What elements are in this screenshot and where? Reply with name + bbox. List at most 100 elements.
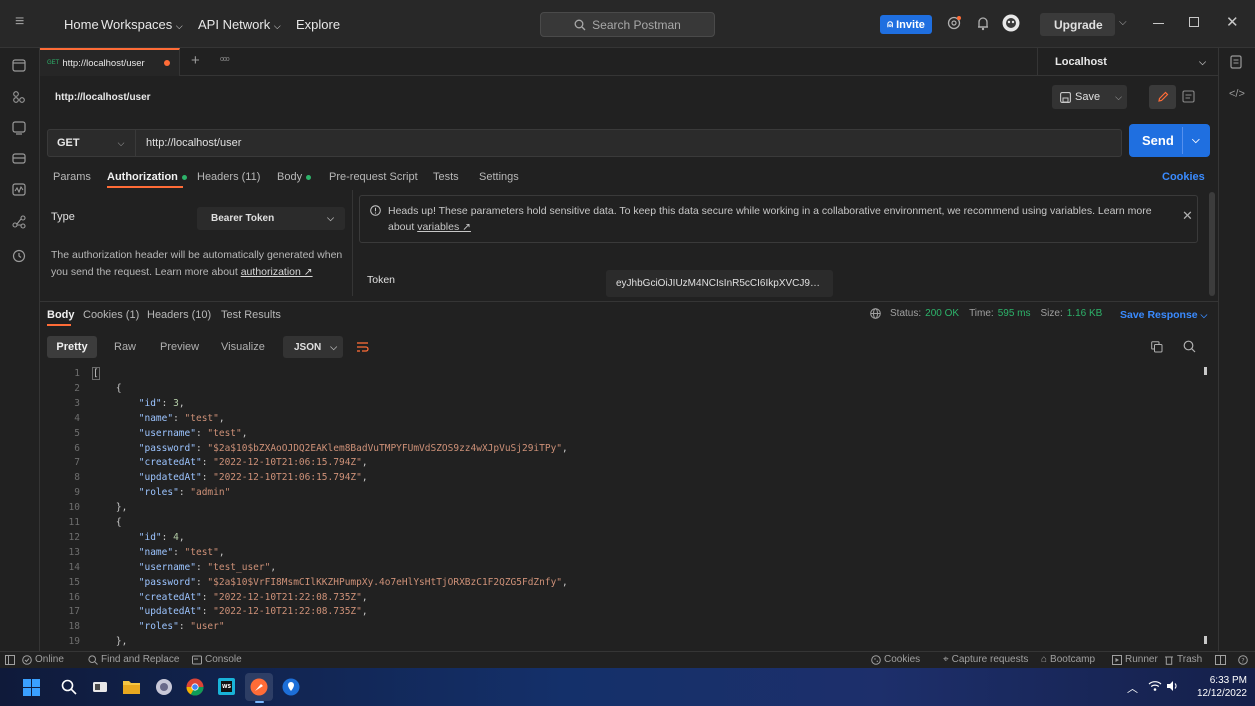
more-tabs-icon[interactable]: ooo (220, 56, 230, 63)
find-replace-button[interactable]: Find and Replace (88, 654, 179, 665)
tab-params[interactable]: Params (53, 171, 91, 183)
code-line[interactable]: "username": "test", (93, 428, 248, 439)
layout-icon[interactable] (1215, 655, 1226, 665)
nav-workspaces[interactable]: Workspaces ⌵ (101, 17, 183, 32)
bell-icon[interactable] (976, 16, 990, 31)
documentation-icon[interactable] (1229, 55, 1243, 69)
clock[interactable]: 6:33 PM 12/12/2022 (1192, 674, 1247, 700)
search-icon[interactable] (1183, 340, 1196, 353)
environments-icon[interactable] (12, 121, 26, 135)
authorization-link[interactable]: authorization ↗ (241, 266, 313, 278)
history-icon[interactable] (12, 249, 26, 263)
view-pretty[interactable]: Pretty (47, 336, 97, 358)
invite-button[interactable]: ⍝ Invite (880, 15, 932, 34)
settings-icon[interactable] (946, 15, 962, 31)
code-icon[interactable]: </> (1229, 88, 1245, 100)
response-divider[interactable] (40, 301, 1218, 302)
code-line[interactable]: "roles": "admin" (93, 487, 231, 498)
tab-settings[interactable]: Settings (479, 171, 519, 183)
editor-scrollbar-bottom[interactable] (1204, 636, 1207, 644)
taskbar-search-icon[interactable] (61, 679, 77, 695)
file-explorer-icon[interactable] (123, 679, 140, 694)
environment-selector[interactable]: Localhost ⌵ (1037, 48, 1218, 76)
code-line[interactable]: "id": 4, (93, 532, 185, 543)
tab-body[interactable]: Body (277, 171, 312, 183)
tab-prerequest-script[interactable]: Pre-request Script (329, 171, 418, 183)
cookies-link[interactable]: Cookies (1162, 171, 1205, 183)
nav-explore[interactable]: Explore (296, 17, 340, 32)
url-input[interactable]: http://localhost/user (146, 137, 241, 149)
help-icon[interactable]: ? (1238, 655, 1248, 665)
code-line[interactable]: [ (92, 367, 100, 380)
request-title[interactable]: http://localhost/user (55, 92, 151, 103)
postman-icon[interactable] (250, 678, 268, 696)
edit-button[interactable] (1149, 85, 1176, 109)
online-status[interactable]: Online (22, 654, 64, 665)
code-line[interactable]: "roles": "user" (93, 621, 225, 632)
upgrade-chevron-icon[interactable]: ⌵ (1119, 17, 1127, 28)
minimize-icon[interactable] (1153, 23, 1164, 24)
maps-icon[interactable] (282, 678, 300, 696)
code-line[interactable]: "username": "test_user", (93, 562, 276, 573)
code-line[interactable]: "createdAt": "2022-12-10T21:22:08.735Z", (93, 592, 368, 603)
tab-authorization[interactable]: Authorization (107, 171, 187, 183)
console-button[interactable]: Console (192, 654, 242, 665)
collections-icon[interactable] (12, 59, 26, 72)
task-view-icon[interactable] (92, 679, 108, 695)
chat-app-icon[interactable] (155, 678, 173, 696)
code-line[interactable]: }, (93, 502, 127, 513)
code-line[interactable]: "createdAt": "2022-12-10T21:06:15.794Z", (93, 457, 368, 468)
code-line[interactable]: "name": "test", (93, 547, 225, 558)
token-input[interactable]: eyJhbGciOiJIUzM4NCIsInR5cCI6IkpXVCJ9.eyJ… (606, 270, 833, 297)
upgrade-button[interactable]: Upgrade (1040, 13, 1115, 36)
code-line[interactable]: "password": "$2a$10$VrFI8MsmCIlKKZHPumpX… (93, 577, 568, 588)
code-line[interactable]: "updatedAt": "2022-12-10T21:22:08.735Z", (93, 606, 368, 617)
nav-home[interactable]: Home (64, 17, 99, 32)
save-response-button[interactable]: Save Response ⌵ (1120, 309, 1207, 321)
wrap-lines-icon[interactable] (356, 340, 369, 353)
size-value[interactable]: 1.16 KB (1067, 308, 1103, 319)
code-line[interactable]: "id": 3, (93, 398, 185, 409)
format-dropdown[interactable]: JSON ⌵ (283, 336, 343, 358)
menu-icon[interactable]: ≡ (15, 13, 24, 31)
variables-link[interactable]: variables ↗ (417, 221, 471, 233)
time-value[interactable]: 595 ms (998, 308, 1031, 319)
webstorm-icon[interactable]: WS (218, 678, 235, 695)
code-line[interactable]: { (93, 383, 122, 394)
send-button[interactable]: Send ⌵ (1129, 124, 1210, 157)
sidebar-toggle-icon[interactable] (5, 655, 15, 665)
tab-headers[interactable]: Headers (11) (197, 171, 260, 183)
flows-icon[interactable] (12, 215, 26, 229)
view-visualize[interactable]: Visualize (221, 341, 265, 353)
windows-start-icon[interactable] (23, 679, 40, 696)
tray-chevron-up-icon[interactable]: ︿ (1127, 680, 1138, 696)
save-button[interactable]: Save ⌵ (1052, 85, 1127, 109)
editor-scrollbar-top[interactable] (1204, 367, 1207, 375)
view-raw[interactable]: Raw (114, 341, 136, 353)
mock-servers-icon[interactable] (12, 152, 26, 165)
search-bar[interactable]: Search Postman (540, 12, 715, 37)
comments-icon[interactable] (1182, 90, 1195, 103)
chrome-icon[interactable] (186, 678, 204, 696)
code-line[interactable]: "updatedAt": "2022-12-10T21:06:15.794Z", (93, 472, 368, 483)
avatar[interactable] (1002, 14, 1020, 32)
close-icon[interactable]: ✕ (1182, 208, 1193, 224)
runner-button[interactable]: Runner (1112, 654, 1158, 665)
response-tab-headers[interactable]: Headers (10) (147, 309, 211, 321)
code-line[interactable]: }, (93, 636, 127, 647)
maximize-icon[interactable] (1189, 17, 1199, 27)
response-tab-test-results[interactable]: Test Results (221, 309, 281, 321)
wifi-icon[interactable] (1148, 680, 1162, 692)
response-tab-body[interactable]: Body (47, 309, 75, 321)
response-body-editor[interactable]: 1 [2 {3 "id": 3, 4 "name": "test", 5 "usern… (40, 367, 1210, 650)
close-icon[interactable]: ✕ (1226, 13, 1239, 31)
cookies-button[interactable]: Cookies (871, 654, 920, 665)
tab-tests[interactable]: Tests (433, 171, 459, 183)
monitors-icon[interactable] (12, 183, 26, 196)
nav-api-network[interactable]: API Network ⌵ (198, 17, 281, 32)
volume-icon[interactable] (1166, 680, 1180, 692)
code-line[interactable]: "password": "$2a$10$bZXAoOJDQ2EAKlem8Bad… (93, 443, 568, 454)
method-selector[interactable]: GET ⌵ (48, 130, 136, 156)
capture-requests-button[interactable]: ⌖ Capture requests (943, 654, 1028, 665)
request-tab-active[interactable]: GET http://localhost/user (40, 48, 180, 76)
